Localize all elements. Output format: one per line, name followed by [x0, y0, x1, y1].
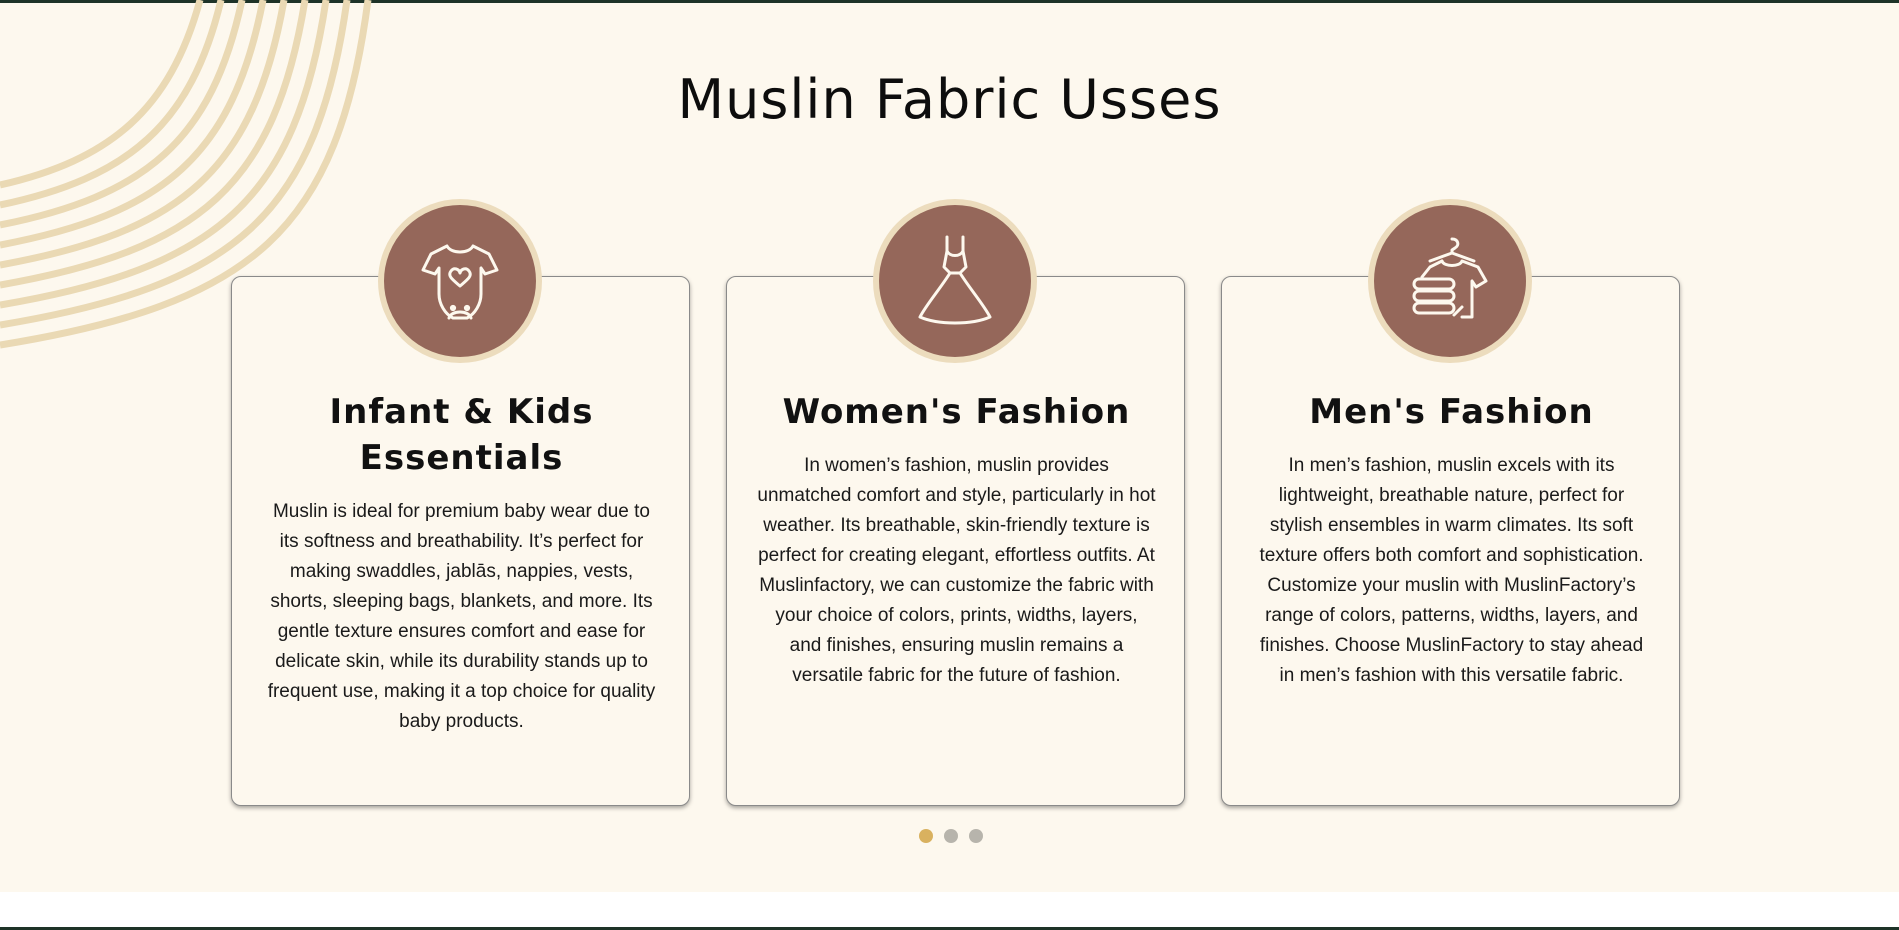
carousel-dot-2[interactable] — [944, 829, 958, 843]
shirt-stack-icon — [1368, 199, 1532, 363]
carousel-pagination — [919, 829, 983, 843]
card-text: In women’s fashion, muslin provides unma… — [757, 455, 1156, 686]
section-title: Muslin Fabric Usses — [677, 68, 1222, 131]
baby-onesie-icon — [378, 199, 542, 363]
card-title: Men's Fashion — [1309, 392, 1594, 432]
dress-icon — [873, 199, 1037, 363]
carousel-dot-3[interactable] — [969, 829, 983, 843]
page-footer-strip — [0, 892, 1899, 930]
card-text: In men’s fashion, muslin excels with its… — [1259, 455, 1644, 686]
card-text: Muslin is ideal for premium baby wear du… — [267, 501, 656, 732]
card-title: Women's Fashion — [782, 392, 1131, 432]
card-title: Infant & Kids Essentials — [329, 392, 594, 478]
carousel-dot-1[interactable] — [919, 829, 933, 843]
